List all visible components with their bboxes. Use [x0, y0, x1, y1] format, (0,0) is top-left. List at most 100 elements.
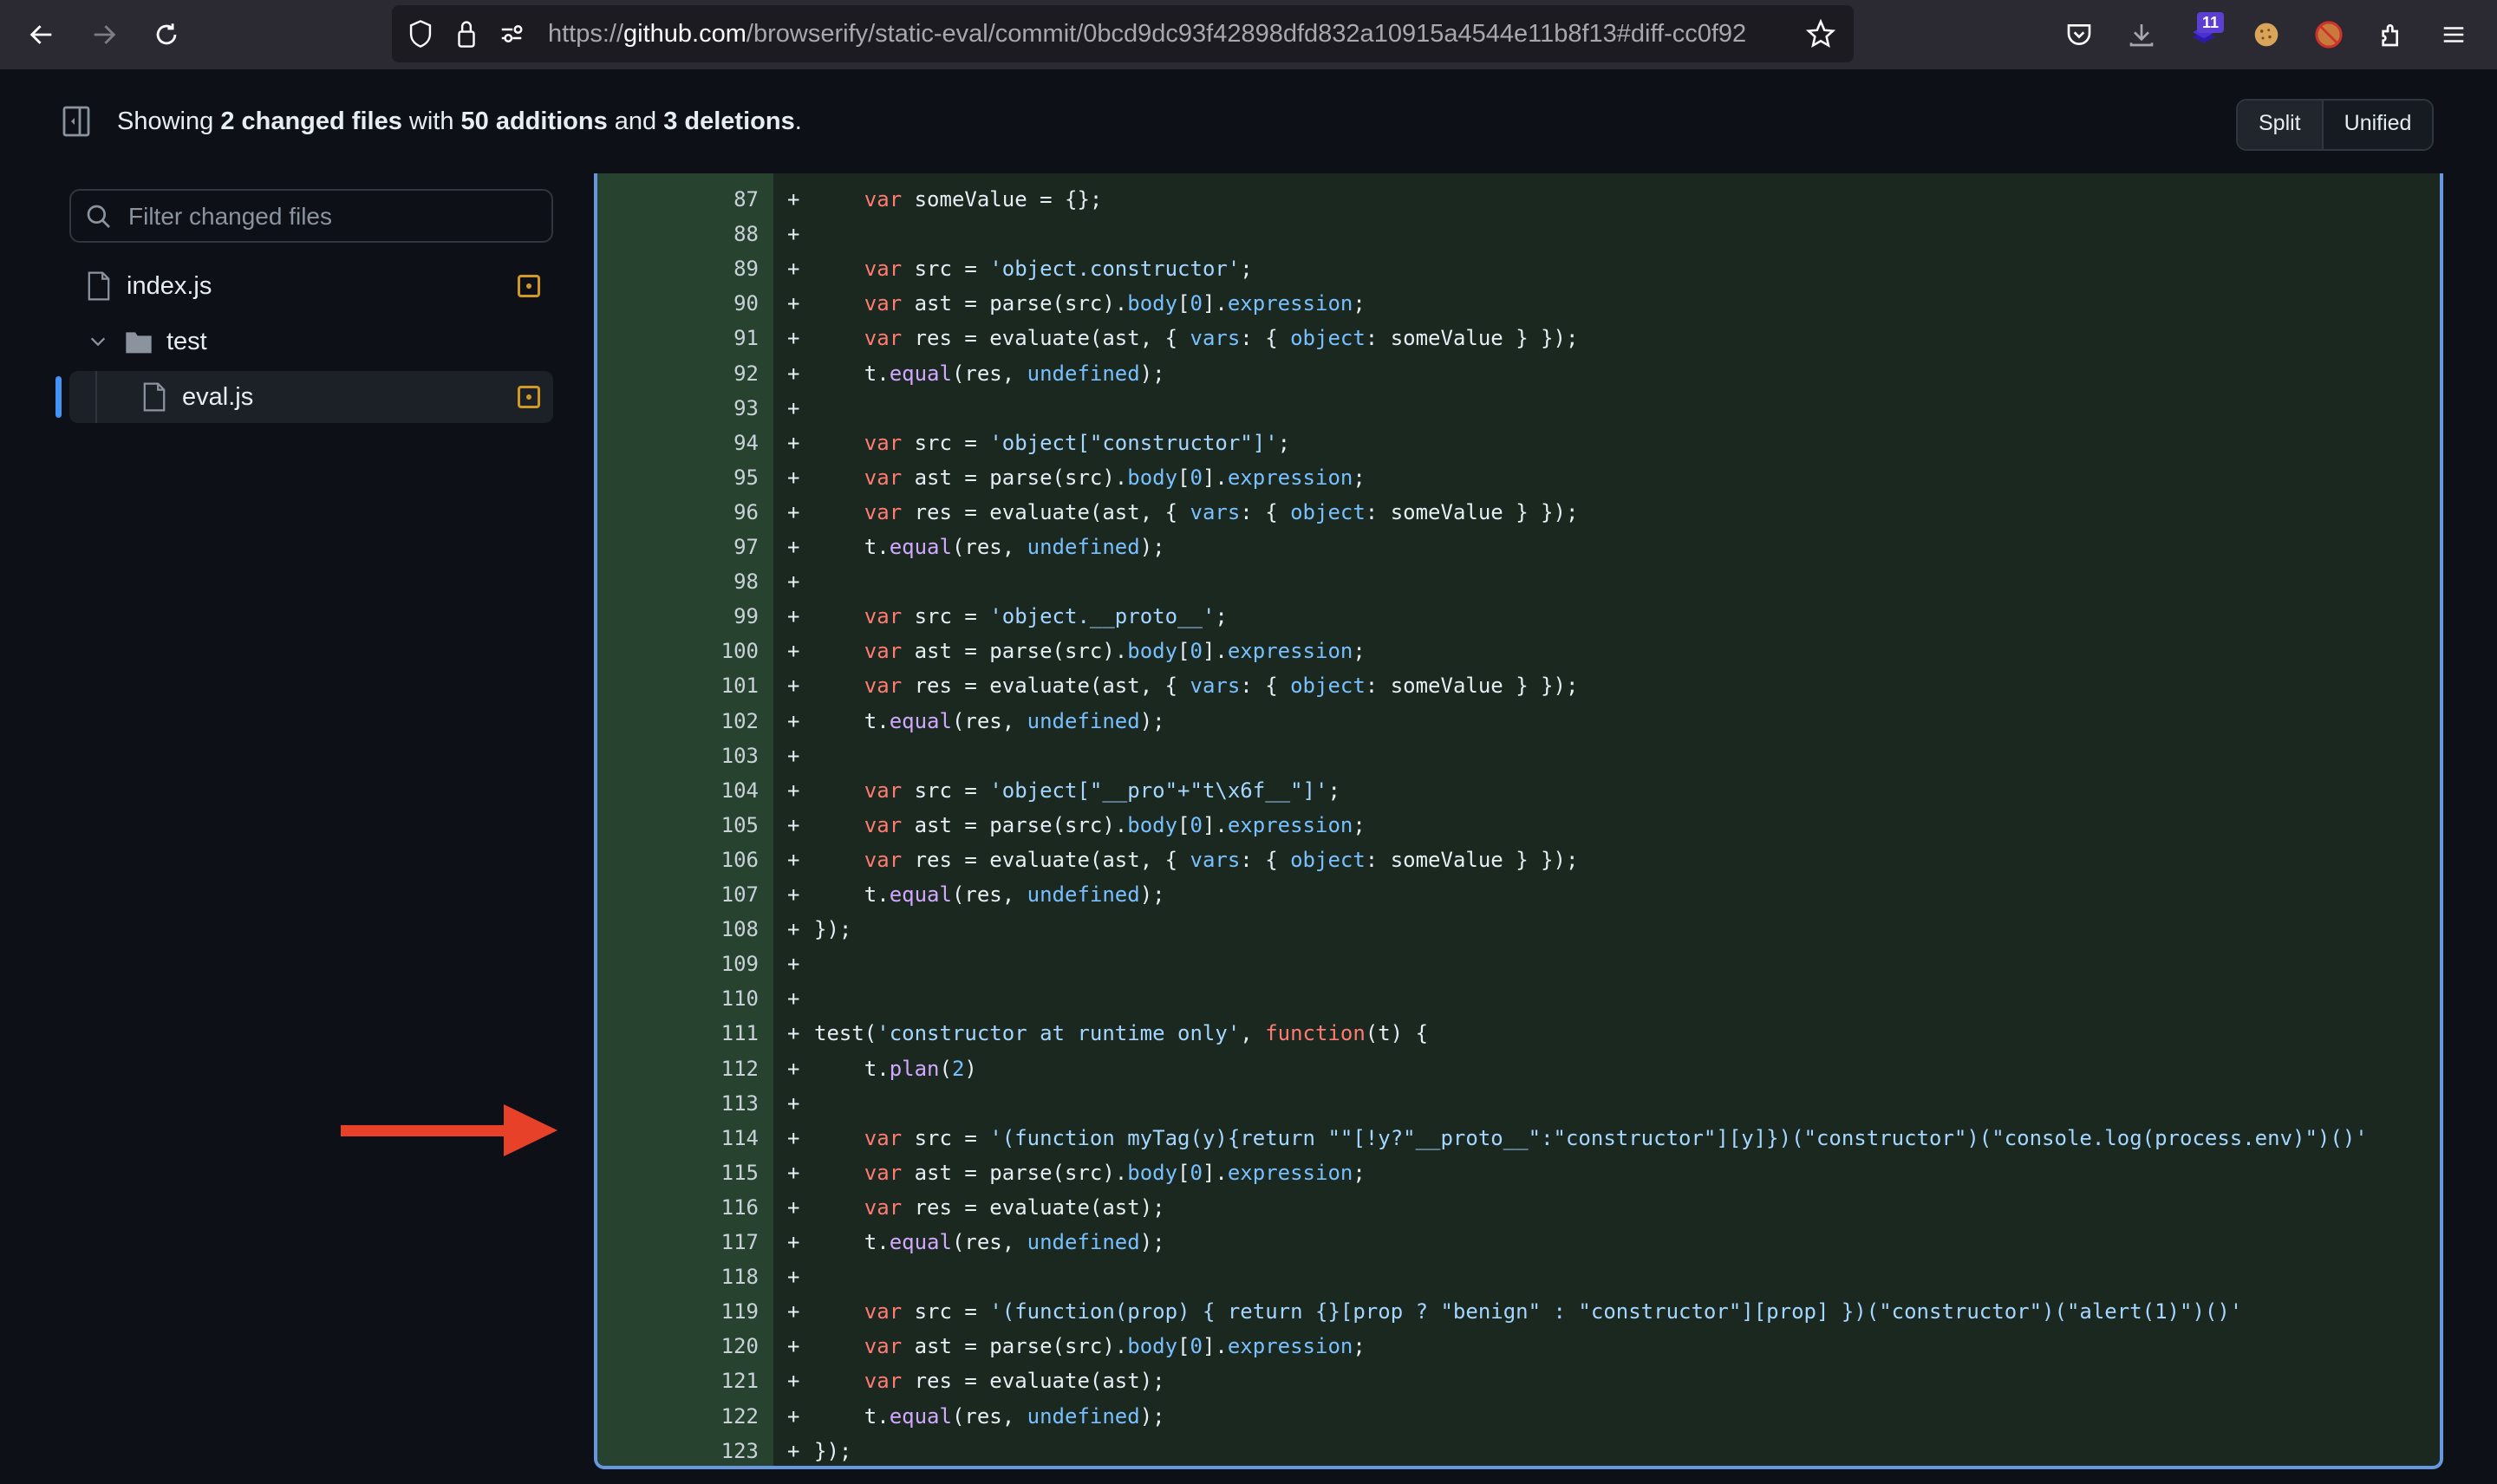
line-number[interactable]: 112: [597, 1051, 759, 1086]
line-number[interactable]: 93: [597, 391, 759, 426]
chevron-down-icon[interactable]: [88, 332, 108, 351]
line-number[interactable]: 111: [597, 1016, 759, 1051]
line-number[interactable]: 121: [597, 1364, 759, 1398]
cookie-icon[interactable]: [2249, 17, 2284, 52]
code-token: 'object.constructor': [989, 257, 1241, 282]
code-content: var ast = parse(src).body[0].expression;: [864, 1334, 1366, 1359]
line-number[interactable]: 88: [597, 217, 759, 251]
line-number[interactable]: 117: [597, 1225, 759, 1259]
code-content: t.equal(res, undefined);: [814, 361, 1165, 386]
split-view-button[interactable]: Split: [2238, 101, 2324, 149]
lock-icon[interactable]: [451, 18, 482, 49]
code-token: vars: [1190, 847, 1241, 872]
extensions-puzzle-icon[interactable]: [2374, 17, 2409, 52]
sidebar-toggle-button[interactable]: [62, 106, 90, 137]
line-number[interactable]: 119: [597, 1294, 759, 1329]
line-number[interactable]: 96: [597, 495, 759, 530]
line-number[interactable]: 102: [597, 704, 759, 739]
diff-line: 102 + t.equal(res, undefined);: [597, 704, 2440, 739]
reload-button[interactable]: [147, 16, 186, 54]
addition-marker: +: [787, 1403, 800, 1429]
addition-marker: +: [787, 465, 800, 490]
line-number[interactable]: 118: [597, 1259, 759, 1294]
code-token: 0: [1190, 1160, 1203, 1185]
files-changed-count[interactable]: 2 changed files: [220, 107, 402, 135]
line-number[interactable]: 115: [597, 1155, 759, 1190]
line-number[interactable]: 92: [597, 356, 759, 391]
line-number[interactable]: 94: [597, 426, 759, 460]
code-token: 2: [951, 1056, 965, 1081]
line-number[interactable]: 123: [597, 1434, 759, 1466]
code-content: var ast = parse(src).body[0].expression;: [864, 639, 1366, 664]
folder-name: test: [166, 327, 207, 355]
code-token: plan: [889, 1056, 940, 1081]
line-number[interactable]: 108: [597, 912, 759, 947]
code-token: var: [864, 778, 903, 803]
line-number[interactable]: 122: [597, 1399, 759, 1434]
line-number[interactable]: 87: [597, 182, 759, 217]
code-token: '(function myTag(y){return ""[!y?"__prot…: [989, 1125, 2368, 1150]
url-text[interactable]: https://github.com/browserify/static-eva…: [548, 5, 2187, 62]
code-content: t.equal(res, undefined);: [814, 535, 1165, 559]
url-bar[interactable]: https://github.com/browserify/static-eva…: [392, 5, 1854, 62]
line-number[interactable]: 105: [597, 808, 759, 843]
line-number[interactable]: 91: [597, 321, 759, 355]
permissions-icon[interactable]: [496, 18, 527, 49]
code-token: undefined: [1027, 1230, 1140, 1254]
file-tree-item-eval-js[interactable]: eval.js: [69, 371, 553, 423]
line-number[interactable]: 90: [597, 286, 759, 321]
filter-input[interactable]: [127, 191, 538, 243]
line-number[interactable]: 89: [597, 251, 759, 286]
search-icon: [87, 205, 110, 228]
line-number[interactable]: 98: [597, 564, 759, 599]
code-token: 0: [1190, 291, 1203, 316]
diff-line: 123 +});: [597, 1434, 2440, 1466]
code-content: t.equal(res, undefined);: [814, 1230, 1165, 1254]
shield-icon[interactable]: [405, 18, 436, 49]
tree-indent-guide: [95, 371, 97, 423]
line-number[interactable]: 116: [597, 1190, 759, 1225]
addition-marker: +: [787, 847, 800, 872]
line-number[interactable]: 110: [597, 981, 759, 1016]
code-content: t.equal(res, undefined);: [814, 1403, 1165, 1429]
menu-icon[interactable]: [2436, 17, 2471, 52]
filter-changed-files[interactable]: [69, 189, 553, 243]
unified-view-button[interactable]: Unified: [2323, 101, 2433, 149]
line-number[interactable]: 107: [597, 877, 759, 912]
addition-marker: +: [787, 708, 800, 733]
line-number[interactable]: 109: [597, 947, 759, 981]
line-number[interactable]: 114: [597, 1121, 759, 1155]
addition-marker: +: [787, 639, 800, 664]
code-content: t.equal(res, undefined);: [814, 708, 1165, 733]
url-path: /browserify/static-eval/commit/0bcd9dc93…: [746, 20, 1747, 48]
file-tree-item-index-js[interactable]: index.js: [69, 260, 553, 312]
addition-marker: +: [787, 1438, 800, 1463]
forward-button[interactable]: [85, 16, 123, 54]
line-number[interactable]: 101: [597, 668, 759, 703]
addition-marker: +: [787, 812, 800, 837]
line-number[interactable]: 97: [597, 530, 759, 564]
addition-marker: +: [787, 499, 800, 524]
pocket-icon[interactable]: [2062, 17, 2096, 52]
code-token: '(function(prop) { return {}[prop ? "ben…: [989, 1299, 2243, 1325]
line-number[interactable]: 104: [597, 773, 759, 808]
code-token: var: [864, 430, 903, 455]
line-number[interactable]: 100: [597, 634, 759, 668]
diff-line: 104 + var src = 'object["__pro"+"t\x6f__"…: [597, 773, 2440, 808]
code-token: function: [1265, 1021, 1366, 1046]
line-number[interactable]: 99: [597, 599, 759, 634]
addition-marker: +: [787, 1265, 800, 1290]
back-button[interactable]: [23, 16, 61, 54]
line-number[interactable]: 113: [597, 1086, 759, 1121]
line-number[interactable]: 120: [597, 1329, 759, 1364]
code-token: equal: [889, 361, 952, 386]
code-token: expression: [1227, 1334, 1353, 1359]
file-tree-folder-test[interactable]: test: [69, 316, 553, 368]
line-number[interactable]: 95: [597, 460, 759, 495]
bookmark-star-icon[interactable]: [1805, 18, 1836, 49]
download-icon[interactable]: [2124, 17, 2159, 52]
blocked-fox-icon[interactable]: [2311, 17, 2346, 52]
line-number[interactable]: 103: [597, 739, 759, 773]
line-number[interactable]: 106: [597, 843, 759, 877]
diff-line: 106 + var res = evaluate(ast, { vars: { o…: [597, 843, 2440, 877]
